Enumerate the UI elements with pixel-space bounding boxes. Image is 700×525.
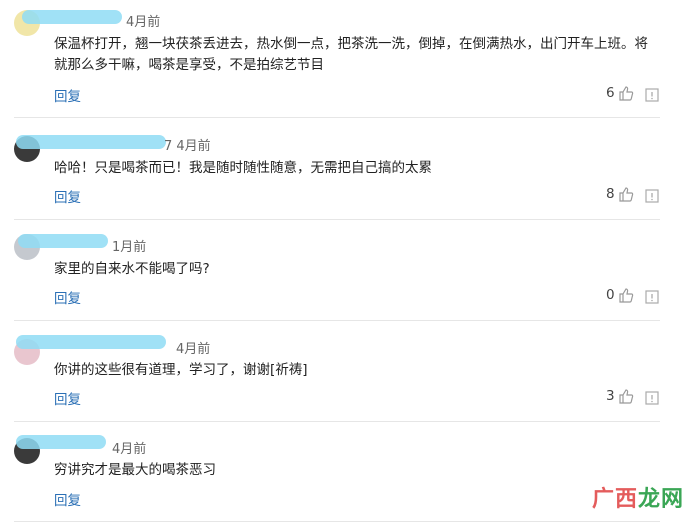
comment-text: 哈哈！只是喝茶而已！我是随时随性随意，无需把自己搞的太累 (54, 160, 432, 176)
report-icon[interactable] (645, 88, 659, 102)
report-icon[interactable] (645, 391, 659, 405)
like-button[interactable]: 8 (606, 186, 634, 202)
report-icon[interactable] (645, 189, 659, 203)
username-blurred (16, 435, 106, 449)
username-blurred (18, 234, 108, 248)
comment-4: 4月前 你讲的这些很有道理，学习了，谢谢[祈祷] 回复 3 (0, 321, 665, 422)
comment-2: 7 4月前 哈哈！只是喝茶而已！我是随时随性随意，无需把自己搞的太累 回复 8 (0, 118, 665, 220)
reply-link[interactable]: 回复 (54, 489, 81, 509)
like-count: 3 (606, 388, 615, 404)
comment-text: 家里的自来水不能喝了吗? (54, 261, 210, 277)
comment-text: 你讲的这些很有道理，学习了，谢谢[祈祷] (54, 362, 308, 378)
like-button[interactable]: 3 (606, 388, 634, 404)
watermark-part1: 广西 (591, 487, 638, 512)
comment-time: 7 4月前 (164, 139, 211, 154)
comment-text: 穷讲究才是最大的喝茶恶习 (54, 462, 216, 478)
comment-text: 保温杯打开，翘一块茯茶丢进去，热水倒一点，把茶洗一洗，倒掉，在倒满热水，出门开车… (54, 36, 648, 73)
divider (14, 521, 660, 522)
comment-1: 4月前 保温杯打开，翘一块茯茶丢进去，热水倒一点，把茶洗一洗，倒掉，在倒满热水，… (0, 0, 665, 118)
reply-link[interactable]: 回复 (54, 388, 81, 408)
comment-3: 1月前 家里的自来水不能喝了吗? 回复 0 (0, 220, 665, 321)
comment-5: 4月前 穷讲究才是最大的喝茶恶习 回复 (0, 422, 665, 525)
like-button[interactable]: 6 (606, 85, 634, 101)
like-count: 8 (606, 186, 615, 202)
comment-time: 1月前 (112, 240, 147, 255)
comment-time: 4月前 (126, 15, 161, 30)
thumbs-up-icon (618, 187, 633, 202)
comment-time: 4月前 (112, 442, 147, 457)
thumbs-up-icon (618, 288, 633, 303)
username-blurred (16, 135, 166, 149)
thumbs-up-icon (618, 86, 633, 101)
site-watermark: 广西龙网 (592, 481, 684, 513)
report-icon[interactable] (645, 290, 659, 304)
reply-link[interactable]: 回复 (54, 287, 81, 307)
comment-time: 4月前 (176, 342, 211, 357)
thumbs-up-icon (618, 389, 633, 404)
username-blurred (16, 335, 166, 349)
like-count: 6 (606, 85, 615, 101)
reply-link[interactable]: 回复 (54, 186, 81, 206)
username-blurred (22, 10, 122, 24)
watermark-part2: 龙网 (637, 487, 684, 512)
like-button[interactable]: 0 (606, 287, 634, 303)
like-count: 0 (606, 287, 615, 303)
reply-link[interactable]: 回复 (54, 85, 81, 105)
